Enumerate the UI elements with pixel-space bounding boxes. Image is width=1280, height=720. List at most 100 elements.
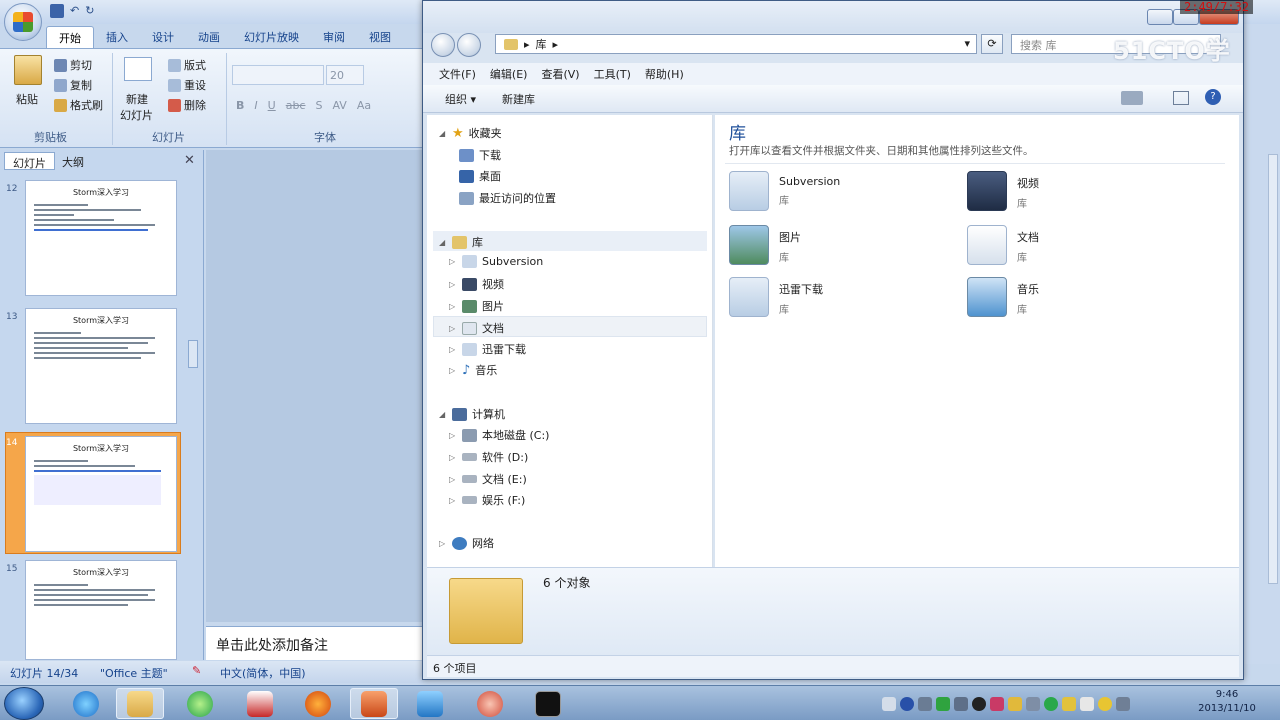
preview-pane-icon[interactable] [1173,91,1189,105]
taskbar-explorer[interactable] [116,688,164,719]
expand-arrow-icon[interactable]: ▷ [449,257,457,266]
expand-arrow-icon[interactable]: ▷ [449,324,457,333]
system-clock[interactable]: 9:46 2013/11/10 [1192,688,1262,716]
menu-help[interactable]: 帮助(H) [645,66,684,82]
nav-drive-d[interactable]: ▷ 软件 (D:) [449,449,528,465]
nav-item-downloads[interactable]: 下载 [459,147,501,163]
new-library-button[interactable]: 新建库 [502,91,535,107]
nav-drive-c[interactable]: ▷ 本地磁盘 (C:) [449,427,549,443]
spellcheck-icon[interactable]: ✎ [192,664,201,677]
nav-computer[interactable]: ◢ 计算机 [439,406,505,422]
reset-button[interactable]: 重设 [168,77,206,93]
paste-button-label[interactable]: 粘贴 [16,91,38,107]
nav-item-music[interactable]: ▷ ♪ 音乐 [449,362,497,378]
nav-favorites[interactable]: ◢ ★ 收藏夹 [439,125,502,141]
panel-scrollbar-thumb[interactable] [188,340,198,368]
expand-arrow-icon[interactable]: ◢ [439,238,447,247]
explorer-titlebar[interactable] [423,1,1243,33]
start-button[interactable] [4,687,44,720]
green-plus-icon[interactable] [936,696,950,711]
nav-item-thunder[interactable]: ▷ 迅雷下载 [449,341,526,357]
tab-home[interactable]: 开始 [46,26,94,48]
qq-icon[interactable] [972,696,986,711]
forward-button[interactable] [457,33,481,57]
address-dropdown-icon[interactable]: ▾ [964,37,970,50]
security-icon[interactable] [1044,696,1058,711]
expand-arrow-icon[interactable]: ▷ [449,366,457,375]
slide-thumbnail-selected[interactable]: Storm深入学习 [25,436,177,552]
font-size-box[interactable]: 20 [326,65,364,85]
nav-libraries[interactable]: ◢ 库 [439,234,483,250]
underline-icon[interactable]: U [268,99,276,112]
nav-item-desktop[interactable]: 桌面 [459,168,501,184]
notes-pane[interactable]: 单击此处添加备注 [206,626,424,660]
nav-item-pictures[interactable]: ▷ 图片 [449,298,504,314]
menu-edit[interactable]: 编辑(E) [490,66,528,82]
expand-arrow-icon[interactable]: ▷ [449,302,457,311]
library-item-videos[interactable]: 视频库 [967,171,1039,211]
tab-insert[interactable]: 插入 [94,26,140,48]
font-name-box[interactable] [232,65,324,85]
printer-icon[interactable] [954,696,968,711]
menu-tools[interactable]: 工具(T) [594,66,631,82]
expand-arrow-icon[interactable]: ▷ [439,539,447,548]
nav-item-subversion[interactable]: ▷ Subversion [449,255,543,268]
expand-arrow-icon[interactable]: ▷ [449,496,457,505]
strikethrough-icon[interactable]: abc [286,99,306,112]
library-item-thunder[interactable]: 迅雷下载库 [729,277,823,317]
slide-thumbnail[interactable]: Storm深入学习 [25,308,177,424]
delete-slide-button[interactable]: 删除 [168,97,206,113]
taskbar-powerpoint[interactable] [350,688,398,719]
taskbar-cmd[interactable] [524,688,572,719]
change-case-icon[interactable]: Aa [357,99,371,112]
expand-arrow-icon[interactable]: ◢ [439,129,447,138]
taskbar-app-red[interactable] [236,688,284,719]
breadcrumb-library[interactable]: 库 [536,36,547,52]
shield-icon[interactable] [1062,696,1076,711]
char-spacing-icon[interactable]: AV [332,99,346,112]
menu-view[interactable]: 查看(V) [541,66,579,82]
tab-animations[interactable]: 动画 [186,26,232,48]
layout-button[interactable]: 版式 [168,57,206,73]
library-item-subversion[interactable]: Subversion 库 [729,171,840,211]
copy-button[interactable]: 复制 [54,77,92,93]
settings-tray-icon[interactable] [918,696,932,711]
app-tray-icon[interactable] [990,696,1004,711]
menu-file[interactable]: 文件(F) [439,66,476,82]
slide-thumbnail[interactable]: Storm深入学习 [25,560,177,660]
slide-thumbnail[interactable]: Storm深入学习 [25,180,177,296]
expand-arrow-icon[interactable]: ▷ [449,431,457,440]
expand-arrow-icon[interactable]: ▷ [449,280,457,289]
cut-button[interactable]: 剪切 [54,57,92,73]
tab-outline[interactable]: 大纲 [54,152,92,170]
keyboard-icon[interactable] [882,696,896,711]
taskbar-ie[interactable] [62,688,110,719]
help-icon[interactable]: ? [1205,89,1221,105]
new-slide-label-2[interactable]: 幻灯片 [120,107,153,123]
minimize-button[interactable] [1147,9,1173,25]
tray-icon[interactable] [1008,696,1022,711]
tab-review[interactable]: 审阅 [311,26,357,48]
back-button[interactable] [431,33,455,57]
vertical-scrollbar[interactable] [1268,154,1278,584]
power-tray-icon[interactable] [1098,696,1112,711]
shadow-icon[interactable]: S [315,99,322,112]
library-item-documents[interactable]: 文档库 [967,225,1039,265]
help-tray-icon[interactable] [900,696,914,711]
address-bar[interactable]: ▸ 库 ▸ ▾ [495,34,977,54]
paste-icon[interactable] [14,55,42,85]
nav-drive-e[interactable]: ▷ 文档 (E:) [449,471,527,487]
taskbar-ie-alt[interactable] [176,688,224,719]
expand-arrow-icon[interactable]: ▷ [449,453,457,462]
save-icon[interactable] [50,4,64,18]
tab-slides[interactable]: 幻灯片 [4,152,55,170]
italic-icon[interactable]: I [254,99,257,112]
view-options-icon[interactable] [1121,91,1143,105]
redo-icon[interactable]: ↻ [85,4,94,18]
tab-design[interactable]: 设计 [140,26,186,48]
nav-drive-f[interactable]: ▷ 娱乐 (F:) [449,492,525,508]
language-indicator[interactable]: 中文(简体，中国) [220,665,306,681]
expand-arrow-icon[interactable]: ▷ [449,345,457,354]
organize-button[interactable]: 组织 ▾ [445,91,476,107]
expand-arrow-icon[interactable]: ▷ [449,475,457,484]
